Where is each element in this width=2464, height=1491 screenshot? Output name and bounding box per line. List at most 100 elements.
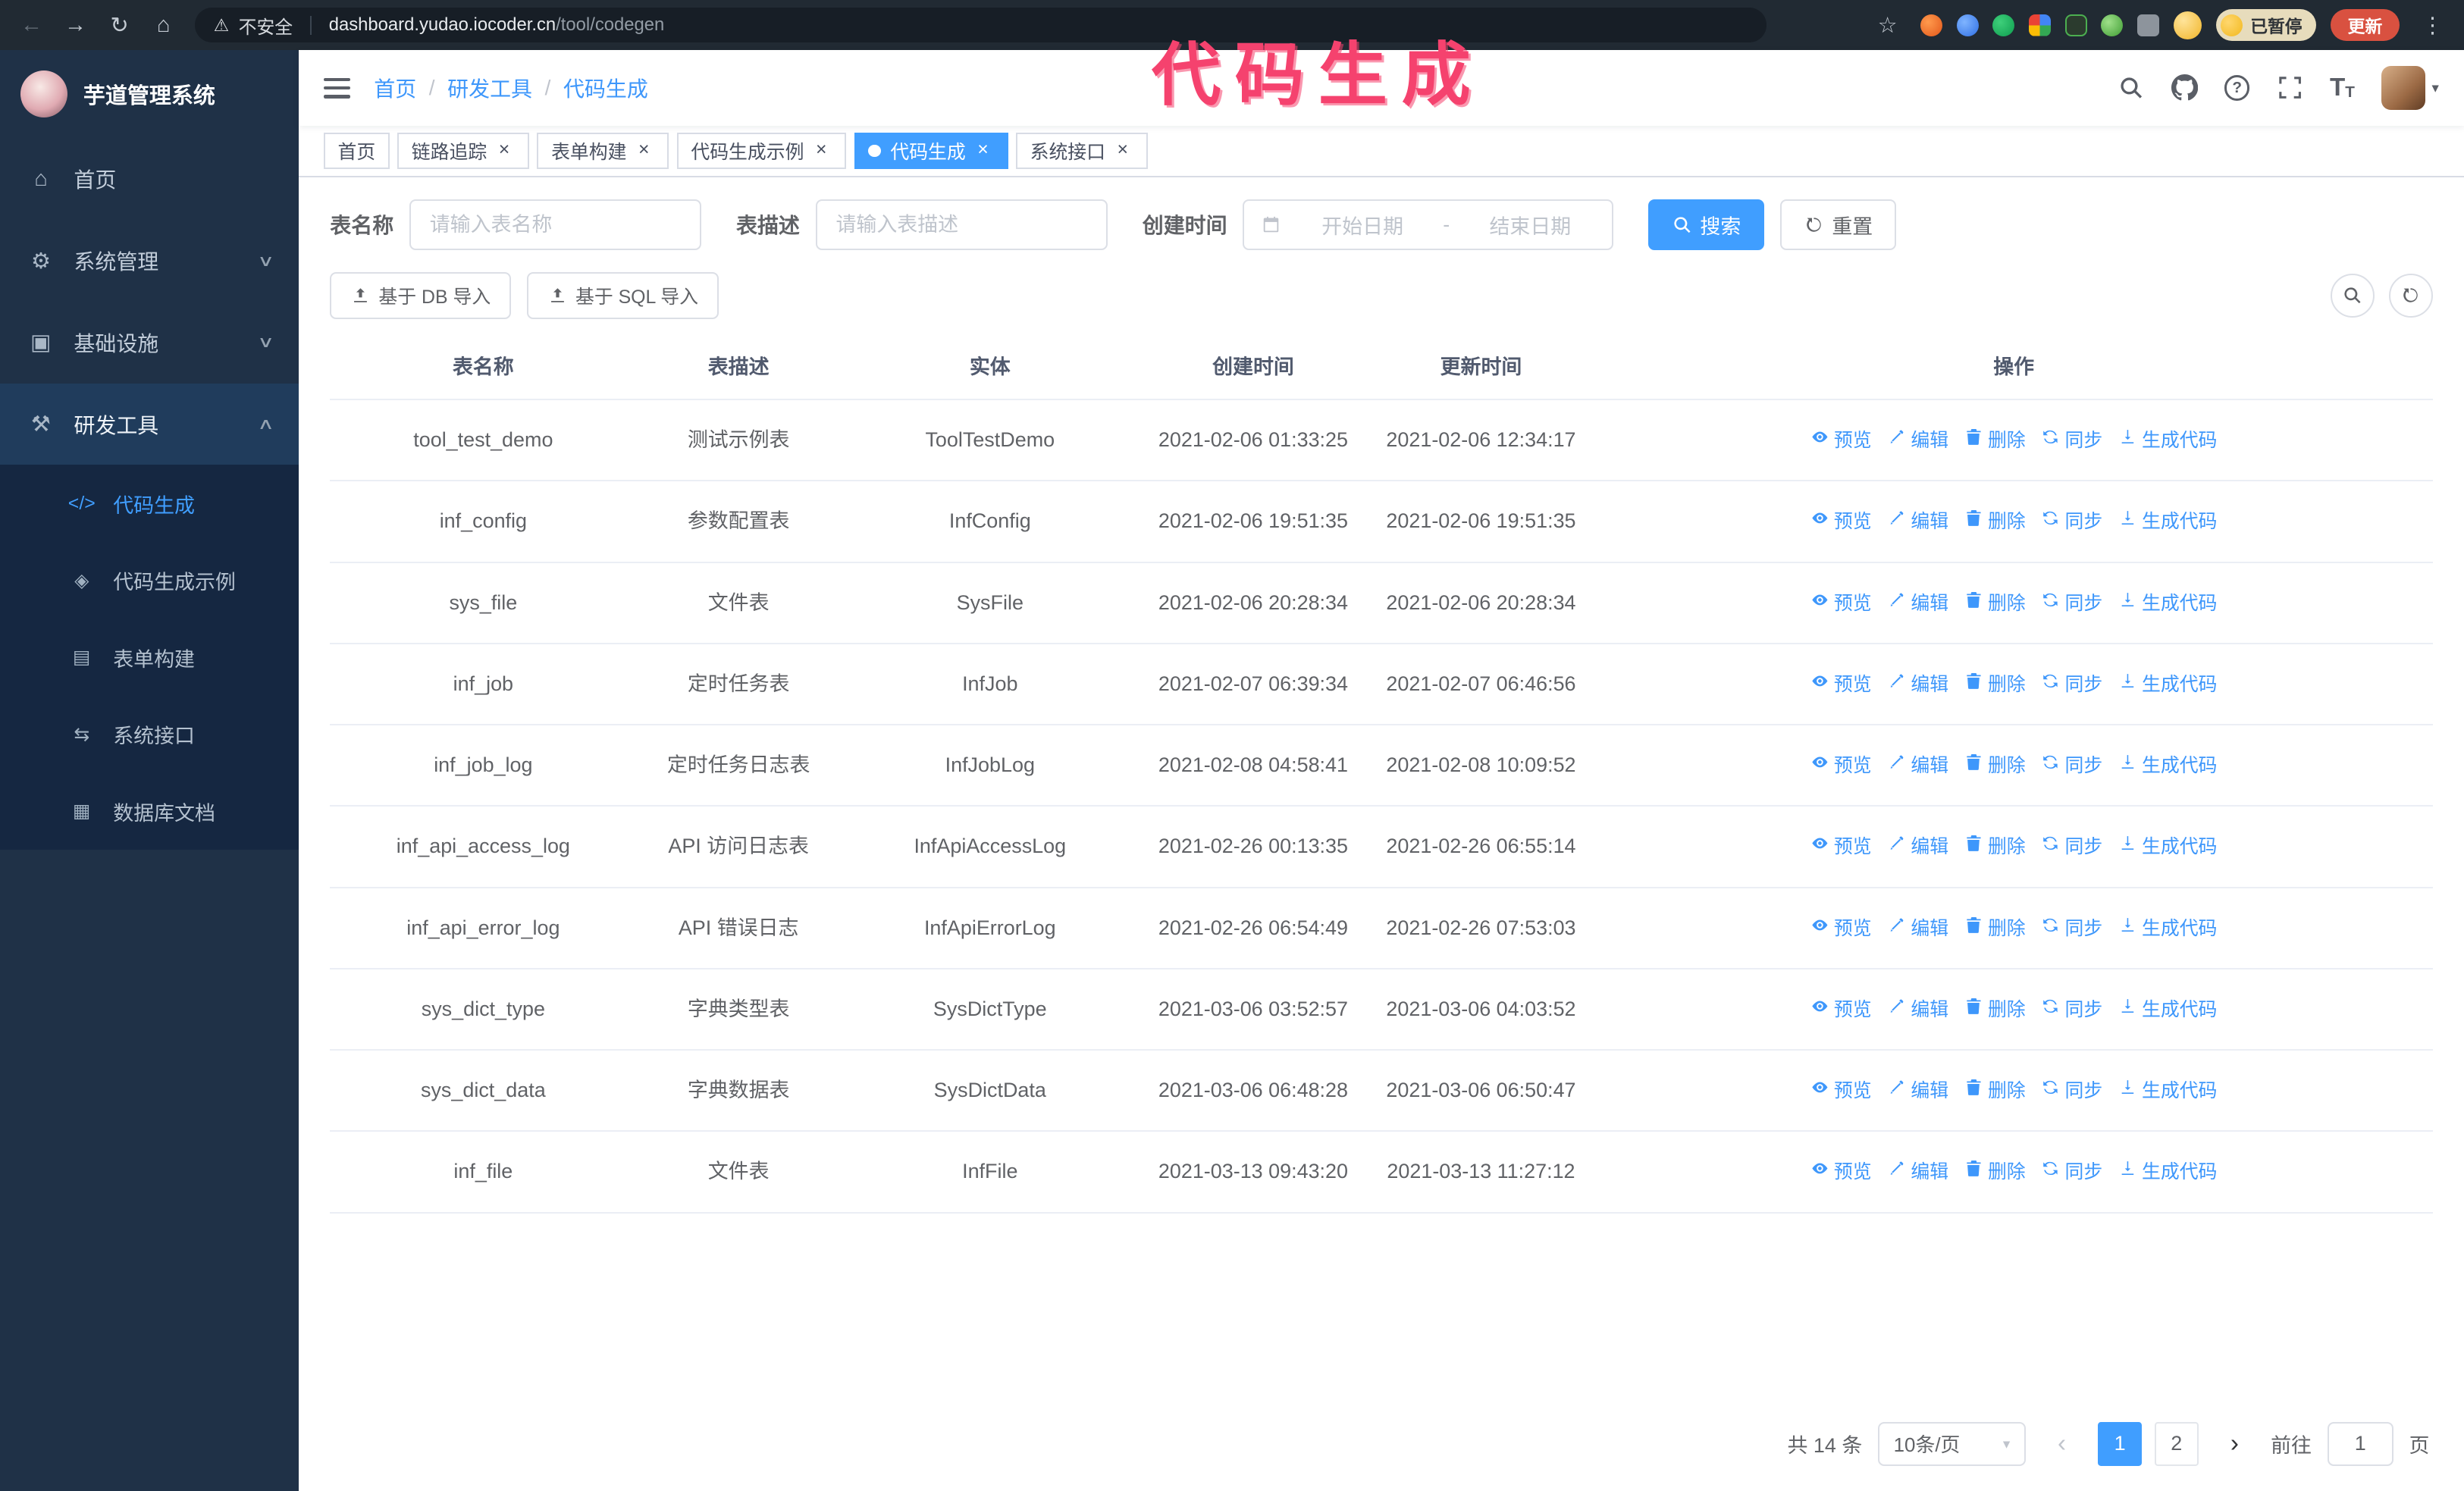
update-button[interactable]: 更新	[2330, 9, 2400, 41]
reload-icon[interactable]: ↻	[101, 6, 139, 44]
preview-action[interactable]: 预览	[1810, 995, 1872, 1026]
preview-action[interactable]: 预览	[1810, 1157, 1872, 1188]
sync-action[interactable]: 同步	[2041, 995, 2102, 1026]
sidebar-item-system[interactable]: ⚙ 系统管理 ∨	[0, 220, 299, 302]
preview-action[interactable]: 预览	[1810, 832, 1872, 863]
sync-action[interactable]: 同步	[2041, 1076, 2102, 1107]
table-desc-input[interactable]	[815, 199, 1108, 250]
tab-home[interactable]: 首页	[323, 133, 390, 169]
sidebar-item-codegen-example[interactable]: ◈ 代码生成示例	[0, 542, 299, 619]
edit-action[interactable]: 编辑	[1887, 751, 1948, 782]
sync-action[interactable]: 同步	[2041, 914, 2102, 944]
toggle-search-button[interactable]	[2330, 273, 2375, 318]
close-icon[interactable]: ×	[633, 139, 655, 161]
github-icon[interactable]	[2171, 74, 2198, 101]
preview-action[interactable]: 预览	[1810, 426, 1872, 456]
edit-action[interactable]: 编辑	[1887, 832, 1948, 863]
sidebar-item-home[interactable]: ⌂ 首页	[0, 138, 299, 220]
extension-icon[interactable]	[1992, 14, 2015, 36]
font-size-icon[interactable]: TT	[2330, 75, 2355, 100]
generate-code-action[interactable]: 生成代码	[2118, 507, 2217, 537]
delete-action[interactable]: 删除	[1964, 751, 2026, 782]
breadcrumb-item[interactable]: 研发工具	[447, 73, 532, 103]
back-icon[interactable]: ←	[13, 6, 51, 44]
user-menu[interactable]: ▾	[2381, 66, 2439, 111]
delete-action[interactable]: 删除	[1964, 589, 2026, 619]
generate-code-action[interactable]: 生成代码	[2118, 995, 2217, 1026]
sync-action[interactable]: 同步	[2041, 507, 2102, 537]
sidebar-item-infra[interactable]: ▣ 基础设施 ∨	[0, 302, 299, 384]
generate-code-action[interactable]: 生成代码	[2118, 751, 2217, 782]
extension-icon[interactable]	[2029, 14, 2052, 36]
sync-action[interactable]: 同步	[2041, 426, 2102, 456]
page-size-select[interactable]: 10条/页 ▾	[1878, 1421, 2026, 1466]
date-range-picker[interactable]: 开始日期 - 结束日期	[1243, 199, 1614, 250]
sync-action[interactable]: 同步	[2041, 1157, 2102, 1188]
sync-action[interactable]: 同步	[2041, 670, 2102, 700]
breadcrumb-item[interactable]: 首页	[374, 73, 416, 103]
address-bar[interactable]: ⚠ 不安全 dashboard.yudao.iocoder.cn/tool/co…	[194, 8, 1766, 42]
sync-action[interactable]: 同步	[2041, 751, 2102, 782]
import-sql-button[interactable]: 基于 SQL 导入	[526, 271, 719, 319]
page-button-1[interactable]: 1	[2098, 1421, 2143, 1466]
table-name-input[interactable]	[409, 199, 702, 250]
bookmark-star-icon[interactable]: ☆	[1869, 6, 1907, 44]
search-button[interactable]: 搜索	[1648, 199, 1765, 250]
sync-action[interactable]: 同步	[2041, 832, 2102, 863]
breadcrumb-item[interactable]: 代码生成	[563, 73, 648, 103]
generate-code-action[interactable]: 生成代码	[2118, 589, 2217, 619]
tab-system-api[interactable]: 系统接口 ×	[1016, 133, 1148, 169]
tab-tracer[interactable]: 链路追踪 ×	[397, 133, 530, 169]
preview-action[interactable]: 预览	[1810, 751, 1872, 782]
fullscreen-icon[interactable]	[2277, 74, 2303, 101]
help-icon[interactable]: ?	[2224, 75, 2250, 101]
browser-home-icon[interactable]: ⌂	[145, 6, 183, 44]
close-icon[interactable]: ×	[1111, 139, 1133, 161]
preview-action[interactable]: 预览	[1810, 1076, 1872, 1107]
import-db-button[interactable]: 基于 DB 导入	[330, 271, 512, 319]
hamburger-icon[interactable]	[323, 77, 351, 99]
delete-action[interactable]: 删除	[1964, 1157, 2026, 1188]
extension-icon[interactable]	[1920, 14, 1943, 36]
sidebar-item-devtools[interactable]: ⚒ 研发工具 ∧	[0, 383, 299, 465]
close-icon[interactable]: ×	[972, 139, 994, 161]
generate-code-action[interactable]: 生成代码	[2118, 1157, 2217, 1188]
goto-page-input[interactable]	[2327, 1421, 2393, 1466]
generate-code-action[interactable]: 生成代码	[2118, 914, 2217, 944]
tab-codegen[interactable]: 代码生成 ×	[854, 133, 1008, 169]
generate-code-action[interactable]: 生成代码	[2118, 670, 2217, 700]
prev-page-button[interactable]: ‹	[2042, 1422, 2083, 1466]
delete-action[interactable]: 删除	[1964, 426, 2026, 456]
edit-action[interactable]: 编辑	[1887, 1157, 1948, 1188]
edit-action[interactable]: 编辑	[1887, 507, 1948, 537]
sidebar-item-system-api[interactable]: ⇆ 系统接口	[0, 696, 299, 773]
page-button-2[interactable]: 2	[2154, 1421, 2199, 1466]
paused-badge[interactable]: 已暂停	[2215, 9, 2317, 41]
extension-icon[interactable]	[2101, 14, 2124, 36]
browser-menu-icon[interactable]: ⋮	[2414, 6, 2452, 44]
browser-profile-avatar[interactable]	[2173, 11, 2202, 39]
reset-button[interactable]: 重置	[1780, 199, 1897, 250]
delete-action[interactable]: 删除	[1964, 670, 2026, 700]
delete-action[interactable]: 删除	[1964, 1076, 2026, 1107]
generate-code-action[interactable]: 生成代码	[2118, 1076, 2217, 1107]
generate-code-action[interactable]: 生成代码	[2118, 832, 2217, 863]
edit-action[interactable]: 编辑	[1887, 914, 1948, 944]
sidebar-item-db-doc[interactable]: ▦ 数据库文档	[0, 773, 299, 850]
delete-action[interactable]: 删除	[1964, 507, 2026, 537]
edit-action[interactable]: 编辑	[1887, 995, 1948, 1026]
extensions-puzzle-icon[interactable]	[2137, 14, 2160, 36]
sync-action[interactable]: 同步	[2041, 589, 2102, 619]
search-icon[interactable]	[2118, 74, 2144, 101]
tab-codegen-example[interactable]: 代码生成示例 ×	[676, 133, 847, 169]
delete-action[interactable]: 删除	[1964, 914, 2026, 944]
refresh-table-button[interactable]	[2388, 273, 2433, 318]
edit-action[interactable]: 编辑	[1887, 426, 1948, 456]
close-icon[interactable]: ×	[810, 139, 832, 161]
edit-action[interactable]: 编辑	[1887, 1076, 1948, 1107]
preview-action[interactable]: 预览	[1810, 589, 1872, 619]
sidebar-item-form-builder[interactable]: ▤ 表单构建	[0, 619, 299, 697]
sidebar-item-codegen[interactable]: </> 代码生成	[0, 465, 299, 542]
app-logo[interactable]: 芋道管理系统	[0, 50, 299, 138]
generate-code-action[interactable]: 生成代码	[2118, 426, 2217, 456]
